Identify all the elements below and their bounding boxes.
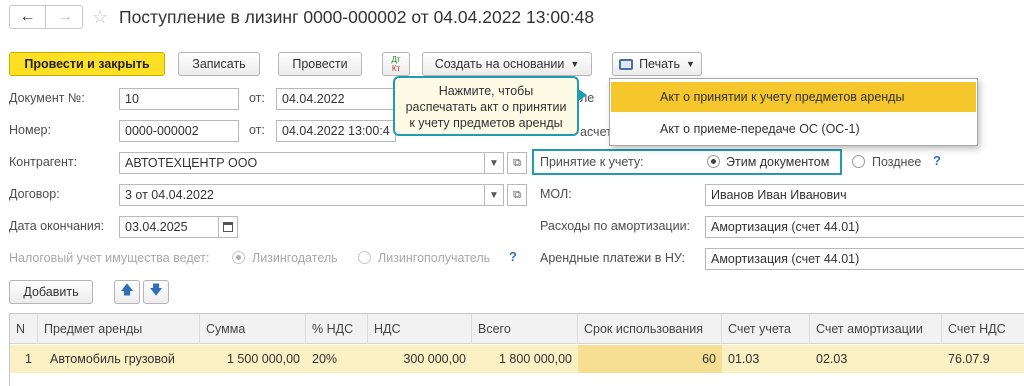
dropdown-arrow-icon: ▼ [686, 59, 695, 69]
doc-number-label: Документ №: [9, 91, 85, 105]
doc-date-field[interactable]: 04.04.2022 [276, 88, 396, 110]
col-header-vat-account[interactable]: Счет НДС [942, 314, 1024, 344]
create-based-on-label: Создать на основании [434, 57, 565, 71]
counterparty-dropdown[interactable]: ▼ [484, 152, 504, 174]
post-button[interactable]: Провести [278, 52, 362, 76]
tax-lessee-radio[interactable] [358, 251, 371, 264]
nav-back-forward: ← → [9, 5, 83, 29]
number-label: Номер: [9, 123, 51, 137]
help-icon[interactable]: ? [933, 153, 941, 168]
tooltip-pointer [577, 88, 587, 102]
move-up-button[interactable]: 🡅 [114, 280, 140, 304]
tax-accounting-label: Налоговый учет имущества ведет: [9, 251, 210, 265]
col-header-n[interactable]: N [10, 314, 38, 344]
dt-kt-icon-bottom: Кт [391, 64, 401, 73]
accept-later-label: Позднее [872, 155, 922, 169]
contract-field[interactable]: 3 от 04.04.2022 [119, 184, 485, 206]
accept-later-radio[interactable] [852, 155, 865, 168]
contract-open[interactable]: ⧉ [507, 184, 527, 206]
end-date-field[interactable]: 03.04.2025 [119, 216, 219, 238]
tooltip: Нажмите, чтобы распечатать акт о приняти… [393, 76, 579, 136]
arrow-up-icon: 🡅 [120, 282, 134, 297]
partial-label-2: асчет [580, 125, 612, 139]
accept-label: Принятие к учету: [540, 155, 644, 169]
col-header-total[interactable]: Всего [472, 314, 578, 344]
create-based-on-button[interactable]: Создать на основании ▼ [422, 52, 592, 76]
counterparty-label: Контрагент: [9, 155, 78, 169]
post-and-close-button[interactable]: Провести и закрыть [9, 52, 165, 76]
print-menu-item-os1[interactable]: Акт о приеме-передаче ОС (ОС-1) [611, 114, 976, 144]
back-button[interactable]: ← [10, 6, 46, 28]
cell-vat-rate: 20% [312, 352, 338, 366]
col-header-vat-rate[interactable]: % НДС [306, 314, 368, 344]
print-button[interactable]: Печать ▼ [612, 52, 702, 76]
mol-field[interactable]: Иванов Иван Иванович [705, 184, 1024, 206]
dropdown-arrow-icon: ▼ [570, 59, 580, 69]
print-menu: Акт о принятии к учету предметов аренды … [609, 78, 978, 146]
calendar-icon [223, 222, 233, 232]
number-field[interactable]: 0000-000002 [119, 120, 239, 142]
cell-total: 1 800 000,00 [499, 352, 572, 366]
print-label: Печать [639, 57, 681, 71]
add-button[interactable]: Добавить [9, 280, 93, 304]
accept-this-doc-radio[interactable] [707, 155, 720, 168]
star-favorite-icon[interactable]: ☆ [92, 7, 108, 28]
col-header-amort-account[interactable]: Счет амортизации [810, 314, 942, 344]
doc-number-field[interactable]: 10 [119, 88, 239, 110]
arrow-down-icon: 🡇 [149, 282, 163, 297]
help-icon[interactable]: ? [509, 249, 517, 264]
doc-from-label: от: [249, 91, 265, 105]
save-button[interactable]: Записать [178, 52, 260, 76]
move-down-button[interactable]: 🡇 [143, 280, 169, 304]
accept-this-doc-label: Этим документом [726, 155, 830, 169]
amortization-field[interactable]: Амортизация (счет 44.01) [705, 216, 1024, 238]
mol-label: МОЛ: [540, 187, 572, 201]
counterparty-field[interactable]: АВТОТЕХЦЕНТР ООО [119, 152, 485, 174]
contract-label: Договор: [9, 187, 60, 201]
cell-sum: 1 500 000,00 [227, 352, 300, 366]
print-menu-item-lease-act[interactable]: Акт о принятии к учету предметов аренды [611, 82, 976, 112]
lease-payments-field[interactable]: Амортизация (счет 44.01) [705, 248, 1024, 270]
forward-button[interactable]: → [47, 6, 83, 28]
tax-lessee-label: Лизингополучатель [378, 251, 491, 265]
cell-account: 01.03 [728, 352, 760, 366]
printer-icon [619, 58, 634, 70]
tax-lessor-radio[interactable] [232, 251, 245, 264]
dropdown-arrow-icon: ▼ [489, 189, 499, 201]
open-link-icon: ⧉ [513, 188, 521, 201]
amortization-label: Расходы по амортизации: [540, 219, 691, 233]
calendar-button[interactable] [218, 216, 238, 238]
tax-lessor-label: Лизингодатель [252, 251, 338, 265]
dt-kt-icon-top: Дт [391, 55, 401, 64]
dt-kt-button[interactable]: Дт Кт [382, 52, 410, 76]
col-header-item[interactable]: Предмет аренды [38, 314, 200, 344]
col-header-vat[interactable]: НДС [368, 314, 472, 344]
cell-term[interactable]: 60 [578, 345, 722, 373]
cell-item: Автомобиль грузовой [50, 352, 175, 366]
arrow-left-icon: ← [19, 8, 36, 25]
contract-dropdown[interactable]: ▼ [484, 184, 504, 206]
cell-amort-account: 02.03 [816, 352, 848, 366]
col-header-account[interactable]: Счет учета [722, 314, 810, 344]
counterparty-open[interactable]: ⧉ [507, 152, 527, 174]
cell-vat: 300 000,00 [403, 352, 466, 366]
end-date-label: Дата окончания: [9, 219, 105, 233]
number-date-field[interactable]: 04.04.2022 13:00:4 [276, 120, 396, 142]
number-from-label: от: [249, 123, 265, 137]
cell-vat-account: 76.07.9 [948, 352, 990, 366]
arrow-right-icon: → [57, 8, 73, 25]
open-link-icon: ⧉ [513, 156, 521, 169]
page-title: Поступление в лизинг 0000-000002 от 04.0… [119, 7, 595, 27]
col-header-sum[interactable]: Сумма [200, 314, 306, 344]
cell-n: 1 [25, 352, 32, 366]
col-header-term[interactable]: Срок использования [578, 314, 722, 344]
lease-payments-label: Арендные платежи в НУ: [540, 251, 685, 265]
dropdown-arrow-icon: ▼ [489, 157, 499, 169]
